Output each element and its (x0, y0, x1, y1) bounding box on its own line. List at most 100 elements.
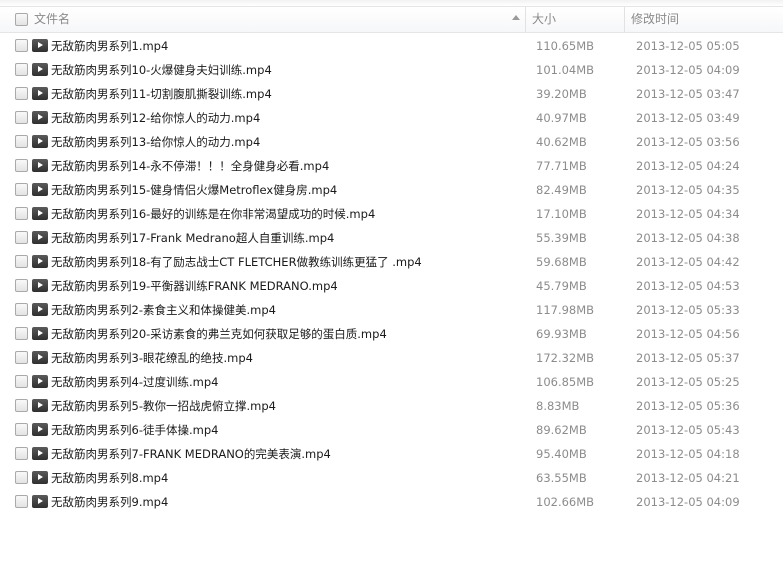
file-size: 69.93MB (536, 327, 587, 341)
file-row[interactable]: 无敌筋肉男系列3-眼花缭乱的绝技.mp4 172.32MB 2013-12-05… (0, 346, 783, 370)
file-modified: 2013-12-05 03:49 (636, 111, 740, 125)
file-row[interactable]: 无敌筋肉男系列19-平衡器训练FRANK MEDRANO.mp4 45.79MB… (0, 274, 783, 298)
row-checkbox[interactable] (15, 399, 28, 412)
file-row[interactable]: 无敌筋肉男系列11-切割腹肌撕裂训练.mp4 39.20MB 2013-12-0… (0, 82, 783, 106)
row-checkbox[interactable] (15, 303, 28, 316)
file-modified: 2013-12-05 04:34 (636, 207, 740, 221)
file-row[interactable]: 无敌筋肉男系列12-给你惊人的动力.mp4 40.97MB 2013-12-05… (0, 106, 783, 130)
row-checkbox[interactable] (15, 471, 28, 484)
row-checkbox[interactable] (15, 135, 28, 148)
file-size: 55.39MB (536, 231, 587, 245)
file-row[interactable]: 无敌筋肉男系列18-有了励志战士CT FLETCHER做教练训练更猛了 .mp4… (0, 250, 783, 274)
file-name[interactable]: 无敌筋肉男系列12-给你惊人的动力.mp4 (51, 106, 260, 130)
video-file-icon (32, 39, 48, 52)
file-name[interactable]: 无敌筋肉男系列8.mp4 (51, 466, 168, 490)
video-file-icon (32, 327, 48, 340)
file-row[interactable]: 无敌筋肉男系列4-过度训练.mp4 106.85MB 2013-12-05 05… (0, 370, 783, 394)
file-modified: 2013-12-05 05:37 (636, 351, 740, 365)
file-name[interactable]: 无敌筋肉男系列20-采访素食的弗兰克如何获取足够的蛋白质.mp4 (51, 322, 387, 346)
file-list: 无敌筋肉男系列1.mp4 110.65MB 2013-12-05 05:05 无… (0, 34, 783, 514)
file-row[interactable]: 无敌筋肉男系列6-徒手体操.mp4 89.62MB 2013-12-05 05:… (0, 418, 783, 442)
column-header: 文件名 大小 修改时间 (0, 7, 783, 33)
file-modified: 2013-12-05 05:36 (636, 399, 740, 413)
file-modified: 2013-12-05 04:21 (636, 471, 740, 485)
file-name[interactable]: 无敌筋肉男系列13-给你惊人的动力.mp4 (51, 130, 260, 154)
file-name[interactable]: 无敌筋肉男系列7-FRANK MEDRANO的完美表演.mp4 (51, 442, 331, 466)
file-size: 117.98MB (536, 303, 595, 317)
file-row[interactable]: 无敌筋肉男系列15-健身情侣火爆Metroflex健身房.mp4 82.49MB… (0, 178, 783, 202)
file-row[interactable]: 无敌筋肉男系列20-采访素食的弗兰克如何获取足够的蛋白质.mp4 69.93MB… (0, 322, 783, 346)
file-name[interactable]: 无敌筋肉男系列5-教你一招战虎俯立撑.mp4 (51, 394, 276, 418)
file-row[interactable]: 无敌筋肉男系列5-教你一招战虎俯立撑.mp4 8.83MB 2013-12-05… (0, 394, 783, 418)
file-name[interactable]: 无敌筋肉男系列15-健身情侣火爆Metroflex健身房.mp4 (51, 178, 337, 202)
file-name[interactable]: 无敌筋肉男系列18-有了励志战士CT FLETCHER做教练训练更猛了 .mp4 (51, 250, 422, 274)
file-row[interactable]: 无敌筋肉男系列9.mp4 102.66MB 2013-12-05 04:09 (0, 490, 783, 514)
file-row[interactable]: 无敌筋肉男系列2-素食主义和体操健美.mp4 117.98MB 2013-12-… (0, 298, 783, 322)
row-checkbox[interactable] (15, 159, 28, 172)
video-file-icon (32, 135, 48, 148)
file-modified: 2013-12-05 05:05 (636, 39, 740, 53)
file-row[interactable]: 无敌筋肉男系列8.mp4 63.55MB 2013-12-05 04:21 (0, 466, 783, 490)
video-file-icon (32, 183, 48, 196)
column-size[interactable]: 大小 (526, 7, 624, 32)
column-name[interactable]: 文件名 (0, 7, 525, 32)
file-row[interactable]: 无敌筋肉男系列16-最好的训练是在你非常渴望成功的时候.mp4 17.10MB … (0, 202, 783, 226)
file-name[interactable]: 无敌筋肉男系列11-切割腹肌撕裂训练.mp4 (51, 82, 272, 106)
file-name[interactable]: 无敌筋肉男系列9.mp4 (51, 490, 168, 514)
file-row[interactable]: 无敌筋肉男系列1.mp4 110.65MB 2013-12-05 05:05 (0, 34, 783, 58)
file-modified: 2013-12-05 04:18 (636, 447, 740, 461)
file-size: 45.79MB (536, 279, 587, 293)
row-checkbox[interactable] (15, 183, 28, 196)
file-name[interactable]: 无敌筋肉男系列4-过度训练.mp4 (51, 370, 218, 394)
video-file-icon (32, 207, 48, 220)
video-file-icon (32, 351, 48, 364)
file-size: 101.04MB (536, 63, 595, 77)
file-size: 110.65MB (536, 39, 595, 53)
file-row[interactable]: 无敌筋肉男系列10-火爆健身夫妇训练.mp4 101.04MB 2013-12-… (0, 58, 783, 82)
file-modified: 2013-12-05 04:24 (636, 159, 740, 173)
row-checkbox[interactable] (15, 351, 28, 364)
file-modified: 2013-12-05 04:09 (636, 63, 740, 77)
row-checkbox[interactable] (15, 495, 28, 508)
video-file-icon (32, 87, 48, 100)
file-name[interactable]: 无敌筋肉男系列16-最好的训练是在你非常渴望成功的时候.mp4 (51, 202, 375, 226)
file-name[interactable]: 无敌筋肉男系列10-火爆健身夫妇训练.mp4 (51, 58, 272, 82)
file-name[interactable]: 无敌筋肉男系列14-永不停滞！！！全身健身必看.mp4 (51, 154, 329, 178)
video-file-icon (32, 111, 48, 124)
file-size: 63.55MB (536, 471, 587, 485)
row-checkbox[interactable] (15, 111, 28, 124)
file-row[interactable]: 无敌筋肉男系列17-Frank Medrano超人自重训练.mp4 55.39M… (0, 226, 783, 250)
row-checkbox[interactable] (15, 327, 28, 340)
file-modified: 2013-12-05 05:25 (636, 375, 740, 389)
file-name[interactable]: 无敌筋肉男系列2-素食主义和体操健美.mp4 (51, 298, 276, 322)
file-size: 89.62MB (536, 423, 587, 437)
row-checkbox[interactable] (15, 63, 28, 76)
row-checkbox[interactable] (15, 447, 28, 460)
row-checkbox[interactable] (15, 231, 28, 244)
select-all-checkbox[interactable] (15, 13, 28, 26)
file-modified: 2013-12-05 04:56 (636, 327, 740, 341)
file-name[interactable]: 无敌筋肉男系列1.mp4 (51, 34, 168, 58)
row-checkbox[interactable] (15, 207, 28, 220)
top-edge (0, 0, 783, 7)
file-name[interactable]: 无敌筋肉男系列6-徒手体操.mp4 (51, 418, 218, 442)
file-name[interactable]: 无敌筋肉男系列3-眼花缭乱的绝技.mp4 (51, 346, 253, 370)
row-checkbox[interactable] (15, 87, 28, 100)
row-checkbox[interactable] (15, 423, 28, 436)
column-modified[interactable]: 修改时间 (625, 7, 783, 32)
file-modified: 2013-12-05 04:42 (636, 255, 740, 269)
row-checkbox[interactable] (15, 255, 28, 268)
video-file-icon (32, 495, 48, 508)
row-checkbox[interactable] (15, 375, 28, 388)
file-row[interactable]: 无敌筋肉男系列7-FRANK MEDRANO的完美表演.mp4 95.40MB … (0, 442, 783, 466)
file-name[interactable]: 无敌筋肉男系列19-平衡器训练FRANK MEDRANO.mp4 (51, 274, 338, 298)
row-checkbox[interactable] (15, 39, 28, 52)
file-row[interactable]: 无敌筋肉男系列13-给你惊人的动力.mp4 40.62MB 2013-12-05… (0, 130, 783, 154)
sort-ascending-icon (512, 15, 520, 20)
file-name[interactable]: 无敌筋肉男系列17-Frank Medrano超人自重训练.mp4 (51, 226, 334, 250)
video-file-icon (32, 303, 48, 316)
file-row[interactable]: 无敌筋肉男系列14-永不停滞！！！全身健身必看.mp4 77.71MB 2013… (0, 154, 783, 178)
row-checkbox[interactable] (15, 279, 28, 292)
file-size: 8.83MB (536, 399, 580, 413)
file-size: 39.20MB (536, 87, 587, 101)
